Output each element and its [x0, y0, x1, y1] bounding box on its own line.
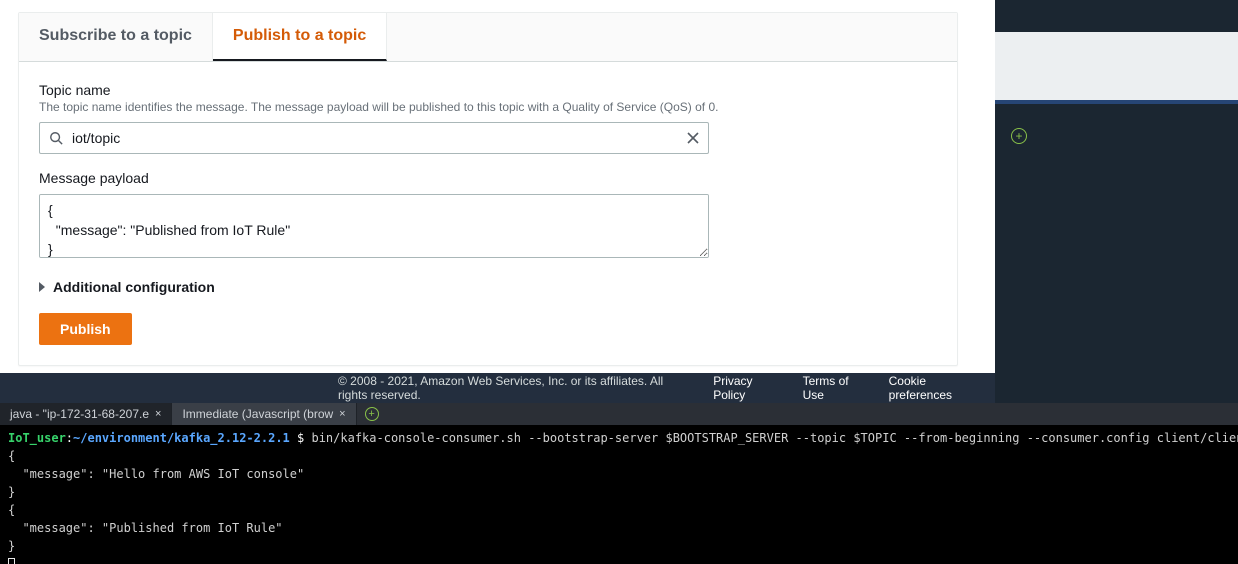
topic-name-desc: The topic name identifies the message. T…	[39, 100, 937, 114]
terminal-cursor	[8, 558, 15, 564]
side-panel-strip	[995, 32, 1238, 100]
terminal-path: ~/environment/kafka_2.12-2.2.1	[73, 431, 290, 445]
terminal-command: bin/kafka-console-consumer.sh --bootstra…	[311, 431, 1238, 445]
footer-privacy-link[interactable]: Privacy Policy	[713, 374, 776, 402]
tab-subscribe[interactable]: Subscribe to a topic	[19, 13, 213, 61]
panel-body: Topic name The topic name identifies the…	[19, 62, 957, 365]
caret-right-icon	[39, 282, 45, 292]
clear-icon[interactable]	[685, 130, 701, 146]
topic-name-label: Topic name	[39, 82, 937, 98]
footer-cookies-link[interactable]: Cookie preferences	[889, 374, 977, 402]
ide-tab-terminal-label: java - "ip-172-31-68-207.e	[10, 407, 149, 421]
terminal-output-line: "message": "Hello from AWS IoT console"	[8, 467, 304, 481]
publish-button[interactable]: Publish	[39, 313, 132, 345]
side-panel-divider	[995, 100, 1238, 104]
cloud9-side-panel: +	[995, 0, 1238, 403]
terminal-user: IoT_user	[8, 431, 66, 445]
terminal-prompt: $	[290, 431, 312, 445]
mqtt-test-client-panel: Subscribe to a topic Publish to a topic …	[18, 12, 958, 366]
ide-add-tab[interactable]: +	[357, 403, 387, 425]
ide-tab-immediate-label: Immediate (Javascript (brow	[182, 407, 333, 421]
ide-tab-terminal[interactable]: java - "ip-172-31-68-207.e ×	[0, 403, 172, 425]
ide-tab-bar: java - "ip-172-31-68-207.e × Immediate (…	[0, 403, 1238, 425]
terminal-output-line: "message": "Published from IoT Rule"	[8, 521, 283, 535]
close-icon[interactable]: ×	[155, 408, 161, 420]
additional-configuration-label: Additional configuration	[53, 279, 215, 295]
terminal[interactable]: IoT_user:~/environment/kafka_2.12-2.2.1 …	[0, 425, 1238, 564]
aws-footer: © 2008 - 2021, Amazon Web Services, Inc.…	[0, 373, 995, 403]
footer-terms-link[interactable]: Terms of Use	[803, 374, 863, 402]
plus-icon: +	[365, 407, 379, 421]
payload-label: Message payload	[39, 170, 937, 186]
payload-input[interactable]	[39, 194, 709, 258]
close-icon[interactable]: ×	[339, 408, 345, 420]
terminal-output-line: {	[8, 449, 15, 463]
footer-copyright: © 2008 - 2021, Amazon Web Services, Inc.…	[338, 374, 687, 402]
terminal-output-line: }	[8, 539, 15, 553]
ide-tab-immediate[interactable]: Immediate (Javascript (brow ×	[172, 403, 356, 425]
terminal-output-line: {	[8, 503, 15, 517]
terminal-colon: :	[66, 431, 73, 445]
tab-publish[interactable]: Publish to a topic	[213, 13, 387, 61]
topic-input-wrap	[39, 122, 709, 154]
additional-configuration-toggle[interactable]: Additional configuration	[39, 279, 937, 295]
terminal-output-line: }	[8, 485, 15, 499]
topic-name-input[interactable]	[39, 122, 709, 154]
add-panel-icon[interactable]: +	[1011, 128, 1027, 144]
tab-bar: Subscribe to a topic Publish to a topic	[19, 13, 957, 62]
